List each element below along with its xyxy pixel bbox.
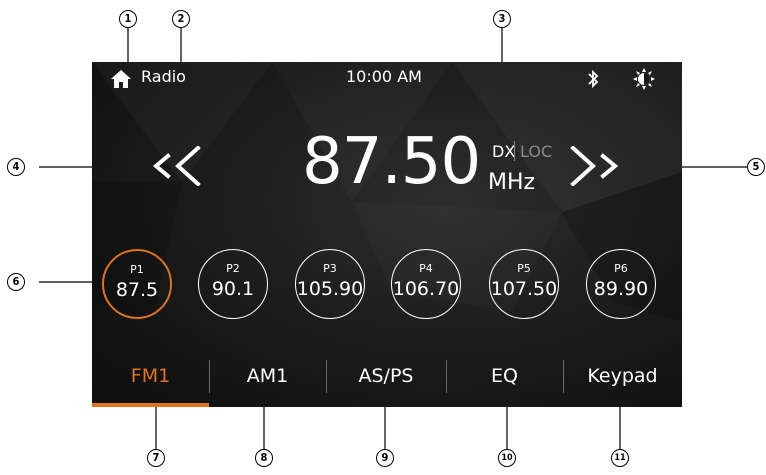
preset-p1[interactable]: P1 87.5 bbox=[102, 249, 172, 319]
tab-am1[interactable]: AM1 bbox=[209, 352, 326, 403]
tab-eq[interactable]: EQ bbox=[446, 352, 563, 403]
mode-dx[interactable]: DX bbox=[492, 142, 515, 161]
preset-label: P1 bbox=[130, 263, 144, 276]
preset-label: P4 bbox=[419, 262, 433, 275]
tab-fm1[interactable]: FM1 bbox=[92, 352, 209, 403]
tab-keypad[interactable]: Keypad bbox=[563, 352, 682, 403]
preset-p3[interactable]: P3 105.90 bbox=[295, 249, 365, 319]
brightness-icon[interactable] bbox=[633, 68, 655, 90]
preset-p6[interactable]: P6 89.90 bbox=[586, 249, 656, 319]
preset-p2[interactable]: P2 90.1 bbox=[198, 249, 268, 319]
mode-separator bbox=[514, 141, 515, 161]
callout-5: 5 bbox=[747, 158, 765, 176]
callout-9: 9 bbox=[376, 449, 394, 467]
preset-frequency: 90.1 bbox=[211, 278, 255, 300]
preset-label: P5 bbox=[517, 262, 531, 275]
preset-label: P2 bbox=[226, 262, 240, 275]
callout-8: 8 bbox=[255, 449, 273, 467]
callout-2: 2 bbox=[172, 10, 190, 28]
seek-back-icon bbox=[152, 146, 201, 186]
active-tab-indicator bbox=[92, 403, 209, 407]
preset-frequency: 105.90 bbox=[296, 278, 364, 300]
callout-1: 1 bbox=[119, 10, 137, 28]
radio-screen: Radio 10:00 AM 87.50 DX LOC MHz P1 87.5 bbox=[92, 62, 682, 407]
preset-frequency: 107.50 bbox=[490, 278, 558, 300]
bottom-tab-bar: FM1 AM1 AS/PS EQ Keypad bbox=[92, 352, 682, 407]
clock: 10:00 AM bbox=[346, 67, 422, 86]
bluetooth-icon[interactable] bbox=[586, 69, 600, 89]
callout-6: 6 bbox=[7, 273, 25, 291]
preset-label: P6 bbox=[614, 262, 628, 275]
source-label: Radio bbox=[141, 67, 186, 86]
seek-forward-button[interactable] bbox=[567, 146, 623, 186]
preset-label: P3 bbox=[323, 262, 337, 275]
preset-frequency: 87.5 bbox=[115, 279, 159, 301]
preset-frequency: 89.90 bbox=[593, 278, 649, 300]
callout-10: 10 bbox=[498, 449, 516, 467]
home-icon[interactable] bbox=[110, 69, 132, 89]
callout-7: 7 bbox=[147, 449, 165, 467]
tab-as-ps[interactable]: AS/PS bbox=[326, 352, 446, 403]
seek-forward-icon bbox=[570, 146, 619, 186]
callout-4: 4 bbox=[7, 158, 25, 176]
preset-p4[interactable]: P4 106.70 bbox=[391, 249, 461, 319]
frequency-unit: MHz bbox=[488, 170, 536, 195]
seek-back-button[interactable] bbox=[148, 146, 204, 186]
callout-11: 11 bbox=[611, 449, 629, 467]
preset-p5[interactable]: P5 107.50 bbox=[489, 249, 559, 319]
callout-3: 3 bbox=[493, 10, 511, 28]
mode-loc[interactable]: LOC bbox=[520, 142, 552, 161]
frequency-display: 87.50 bbox=[302, 125, 481, 199]
preset-frequency: 106.70 bbox=[392, 278, 460, 300]
